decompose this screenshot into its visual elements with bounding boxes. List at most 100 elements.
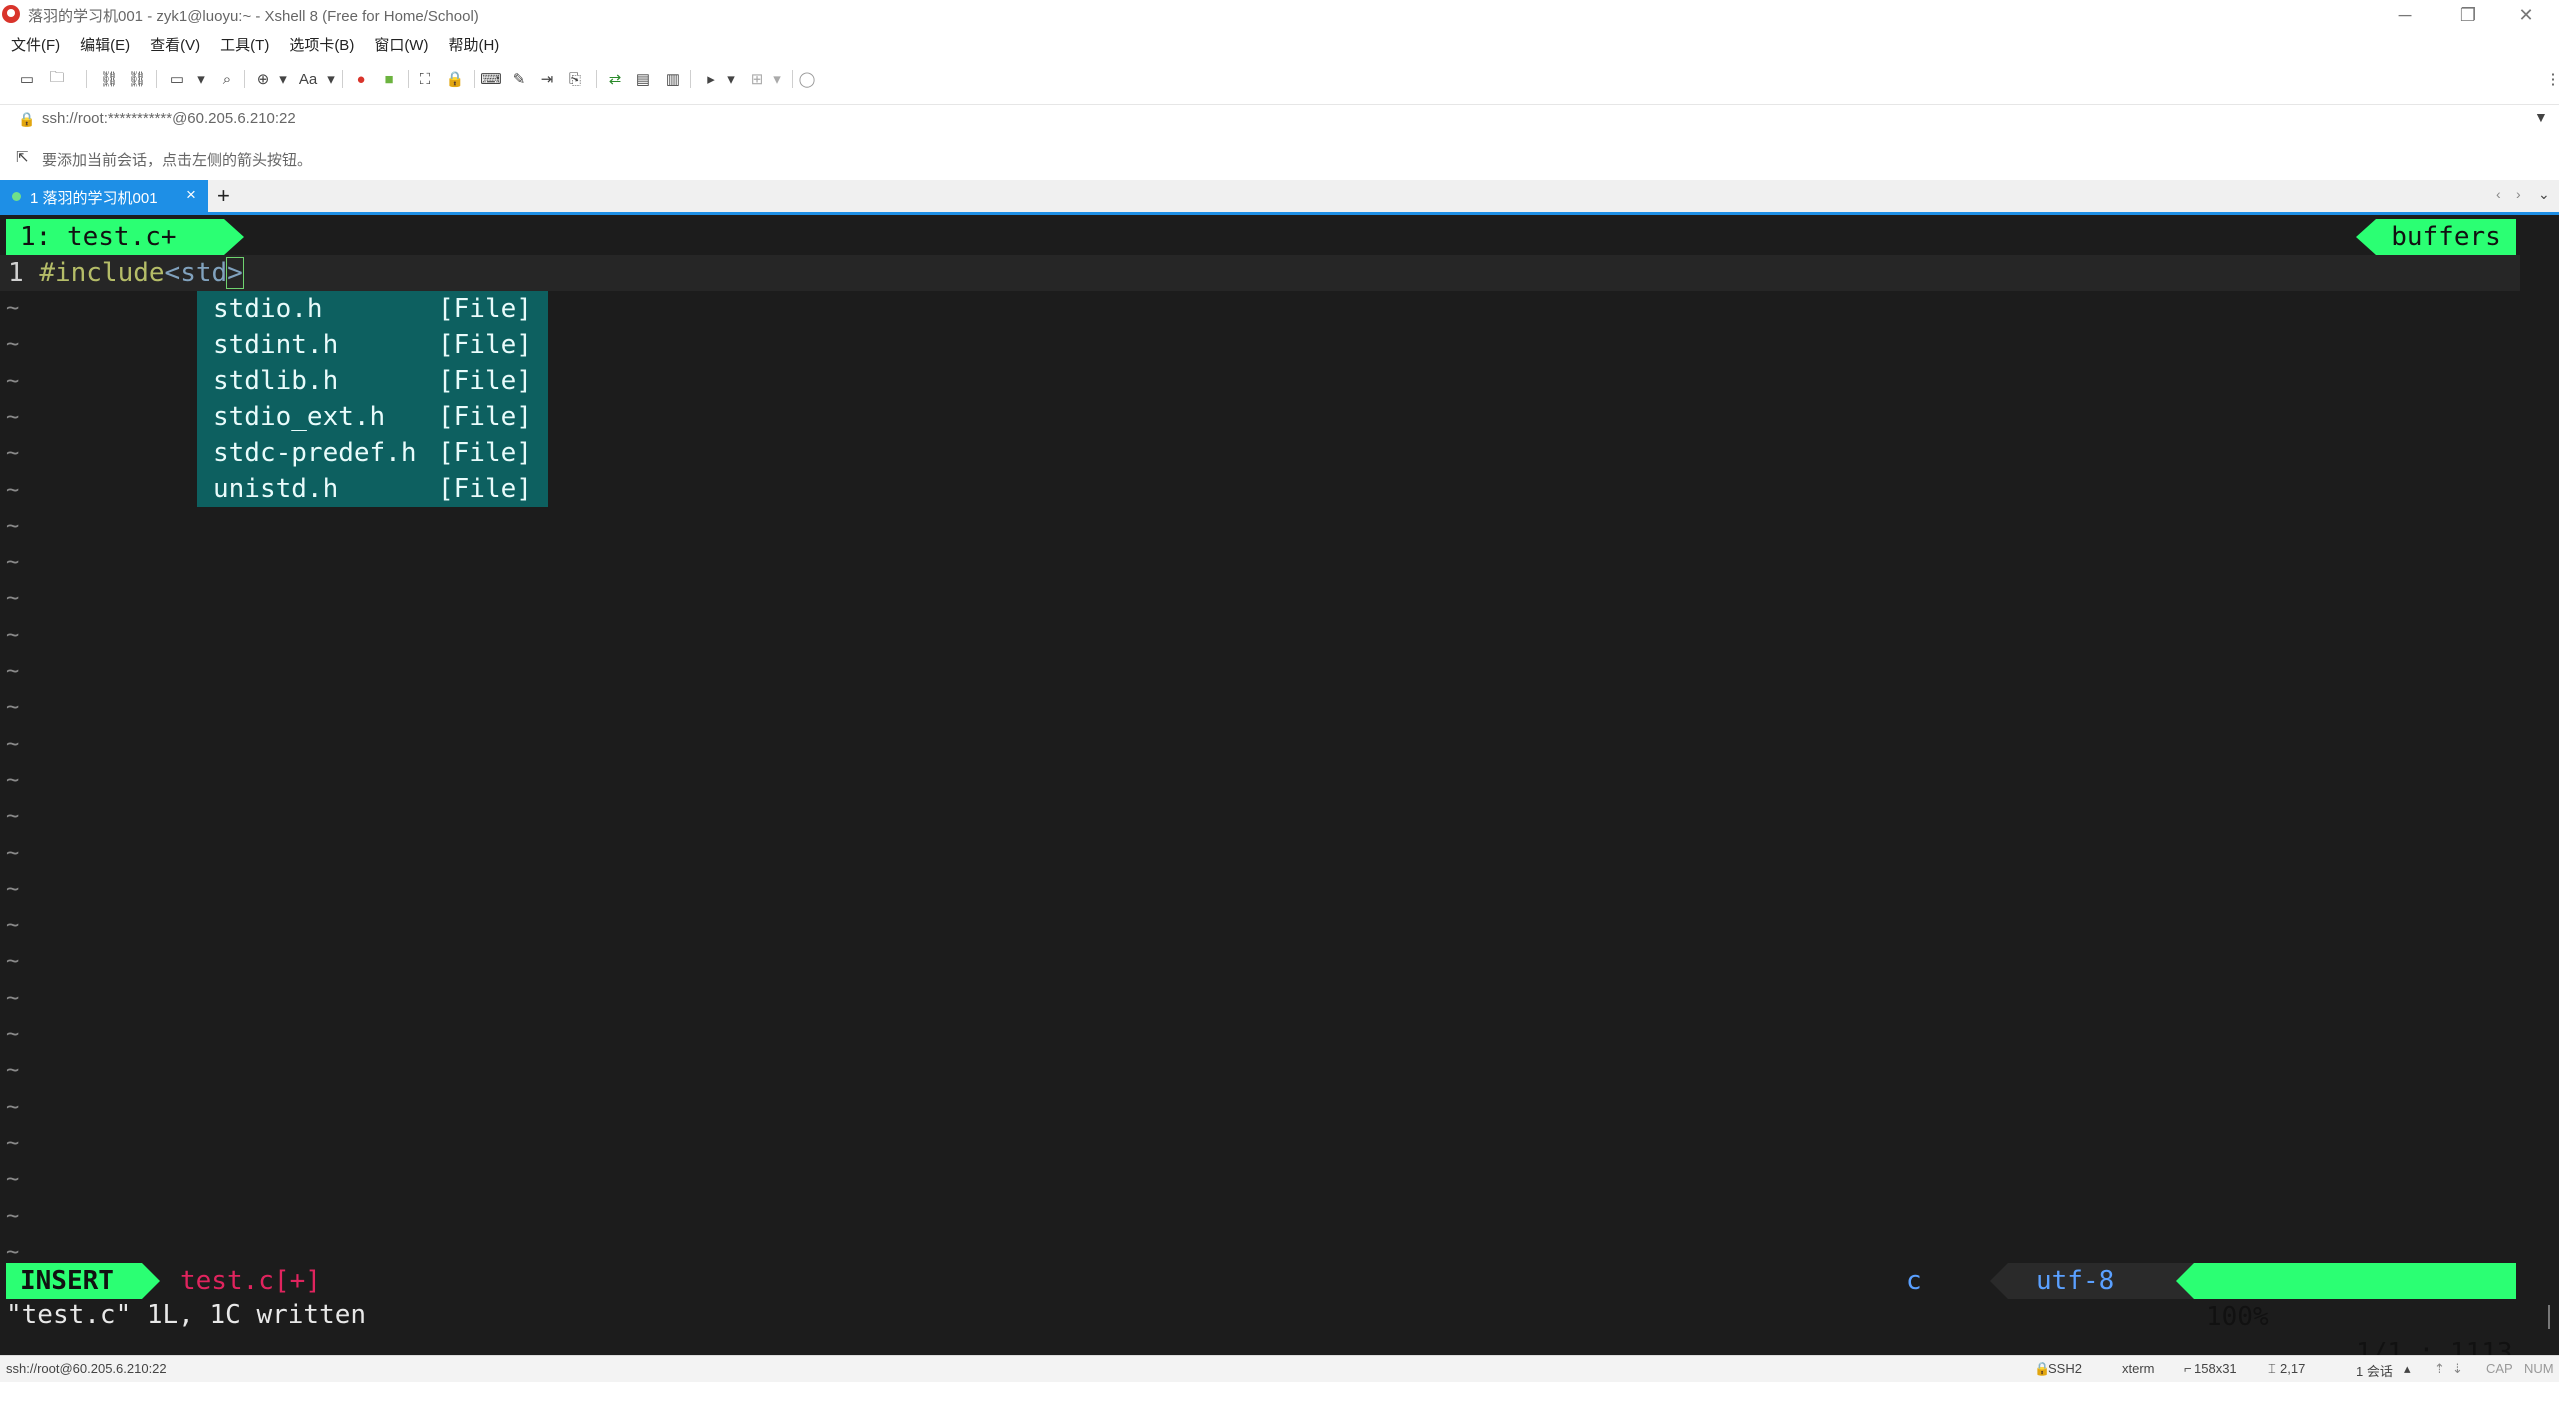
tabline-arrow [224,219,244,255]
completion-item-name[interactable]: stdio.h [213,291,323,327]
status-sessions[interactable]: 1 会话 [2356,1361,2393,1380]
terminal-scrollbar[interactable] [2548,1305,2550,1329]
completion-item-name[interactable]: unistd.h [213,471,338,507]
script-icon[interactable]: ⎘ [562,67,588,91]
new-session-icon[interactable]: ▭ [14,67,40,91]
toolbar-divider [474,70,475,88]
empty-line-tilde: ~ [6,477,20,503]
vim-mode: INSERT [6,1263,142,1299]
hint-bar: ⇱ 要添加当前会话，点击左侧的箭头按钮。 [0,142,2559,172]
chevron-down-icon[interactable]: ▾ [318,67,344,91]
empty-line-tilde: ~ [6,985,20,1011]
size-icon: ⌐ [2184,1361,2192,1376]
address-bar: 🔒 ▼ [0,104,2559,133]
completion-item-name[interactable]: stdc-predef.h [213,435,417,471]
keyboard-icon[interactable]: ⌨ [478,67,504,91]
completion-item-kind: [File] [438,474,532,504]
statusline-filetype: c [1906,1266,1922,1296]
menu-edit[interactable]: 编辑(E) [69,34,139,55]
completion-popup[interactable]: stdio.h [File] stdint.h [File] stdlib.h … [197,291,548,507]
log-icon[interactable]: ▤ [630,67,656,91]
menu-file[interactable]: 文件(F) [0,34,69,55]
tabline-current-buffer: 1: test.c+ [6,219,224,255]
menu-help[interactable]: 帮助(H) [437,34,508,55]
chevron-down-icon[interactable]: ▾ [188,67,214,91]
tab-scroll-right-icon[interactable]: › [2516,186,2521,202]
toolbar-divider [156,70,157,88]
empty-line-tilde: ~ [6,659,20,684]
empty-line-tilde: ~ [6,840,20,866]
terminal-view[interactable]: 1: test.c+ buffers 1 #include<std> ~ ~ ~ ~ ~… [0,215,2559,1368]
menu-bar: 文件(F) 编辑(E) 查看(V) 工具(T) 选项卡(B) 窗口(W) 帮助(… [0,30,2559,58]
statusline-percent: 100% [2206,1302,2269,1332]
fullscreen-icon[interactable]: ⛶ [412,67,438,91]
vim-mode-label: INSERT [20,1266,114,1296]
statusline-arrow [142,1263,160,1299]
menu-tabs[interactable]: 选项卡(B) [278,34,363,55]
tab-strip: + ‹ › ⌄ [0,180,2559,212]
empty-line-tilde: ~ [6,1094,20,1120]
completion-item-name[interactable]: stdio_ext.h [213,399,385,435]
xftp-icon[interactable]: ■ [376,67,402,91]
empty-line-tilde: ~ [6,368,20,394]
chevron-down-icon[interactable]: ▼ [2534,109,2548,125]
new-tab-button[interactable]: + [217,183,230,209]
chevron-down-icon[interactable]: ▾ [764,67,790,91]
restore-icon[interactable]: ❐ [2438,0,2498,30]
window-title: 落羽的学习机001 - zyk1@luoyu:~ - Xshell 8 (Fre… [28,8,479,25]
tab-scroll-left-icon[interactable]: ‹ [2496,186,2501,202]
chat-icon[interactable]: ◯ [794,67,820,91]
lock-icon[interactable]: 🔒 [442,67,468,91]
empty-line-tilde: ~ [6,695,20,721]
disconnect-icon[interactable]: ⛓ [124,67,150,91]
address-input[interactable] [42,110,1942,127]
xshell-icon[interactable]: ● [348,67,374,91]
statusline-encoding: utf-8 [2008,1263,2194,1299]
close-icon[interactable]: × [186,185,196,205]
menu-view[interactable]: 查看(V) [139,34,209,55]
notes-icon[interactable]: ▥ [660,67,686,91]
reconnect-icon[interactable]: ⛓ [96,67,122,91]
tunnel-icon[interactable]: ⇄ [602,67,628,91]
toolbar-divider [244,70,245,88]
completion-item-name[interactable]: stdint.h [213,327,338,363]
completion-item-kind: [File] [438,330,532,360]
empty-line-tilde: ~ [6,731,20,757]
empty-line-tilde: ~ [6,1022,20,1047]
completion-item-kind: [File] [438,294,532,324]
completion-item-kind: [File] [438,402,532,432]
minimize-icon[interactable]: ─ [2375,0,2435,30]
empty-line-tilde: ~ [6,949,20,975]
chevron-down-icon[interactable]: ▾ [270,67,296,91]
empty-line-tilde: ~ [6,296,20,321]
status-protocol: SSH2 [2048,1361,2082,1376]
code-line-1: 1 #include<std> [8,255,244,291]
empty-line-tilde: ~ [6,586,20,612]
status-bar: ssh://root@60.205.6.210:22 🔒 SSH2 xterm … [0,1355,2559,1382]
include-path: <std [164,258,228,288]
new-tab-icon[interactable]: ▭ [164,67,190,91]
cursor-icon: ⌶ [2268,1361,2276,1376]
open-folder-icon[interactable]: 🗀 [44,67,70,91]
toolbar-divider [792,70,793,88]
toolbar-divider [596,70,597,88]
status-size: 158x31 [2194,1361,2237,1376]
upload-arrow-icon: ⇡ [2434,1361,2445,1376]
menu-window[interactable]: 窗口(W) [363,34,437,55]
search-icon[interactable]: ⌕ [214,67,240,91]
toolbar-divider [342,70,343,88]
more-options-icon[interactable]: ⋮ [2540,67,2559,91]
cursor-line [0,255,2520,291]
chevron-down-icon[interactable]: ▾ [718,67,744,91]
completion-item-name[interactable]: stdlib.h [213,363,338,399]
tab-list-icon[interactable]: ⌄ [2538,186,2550,203]
close-icon[interactable]: ✕ [2496,0,2556,30]
tab-session[interactable]: 1 落羽的学习机001 × [0,180,208,212]
compose-icon[interactable]: ✎ [506,67,532,91]
chevron-up-icon[interactable]: ▴ [2404,1361,2411,1377]
status-num: NUM [2524,1361,2554,1376]
transfer-icon[interactable]: ⇥ [534,67,560,91]
toolbar-divider [86,70,87,88]
add-session-arrow-icon[interactable]: ⇱ [16,148,29,166]
menu-tools[interactable]: 工具(T) [209,34,278,55]
